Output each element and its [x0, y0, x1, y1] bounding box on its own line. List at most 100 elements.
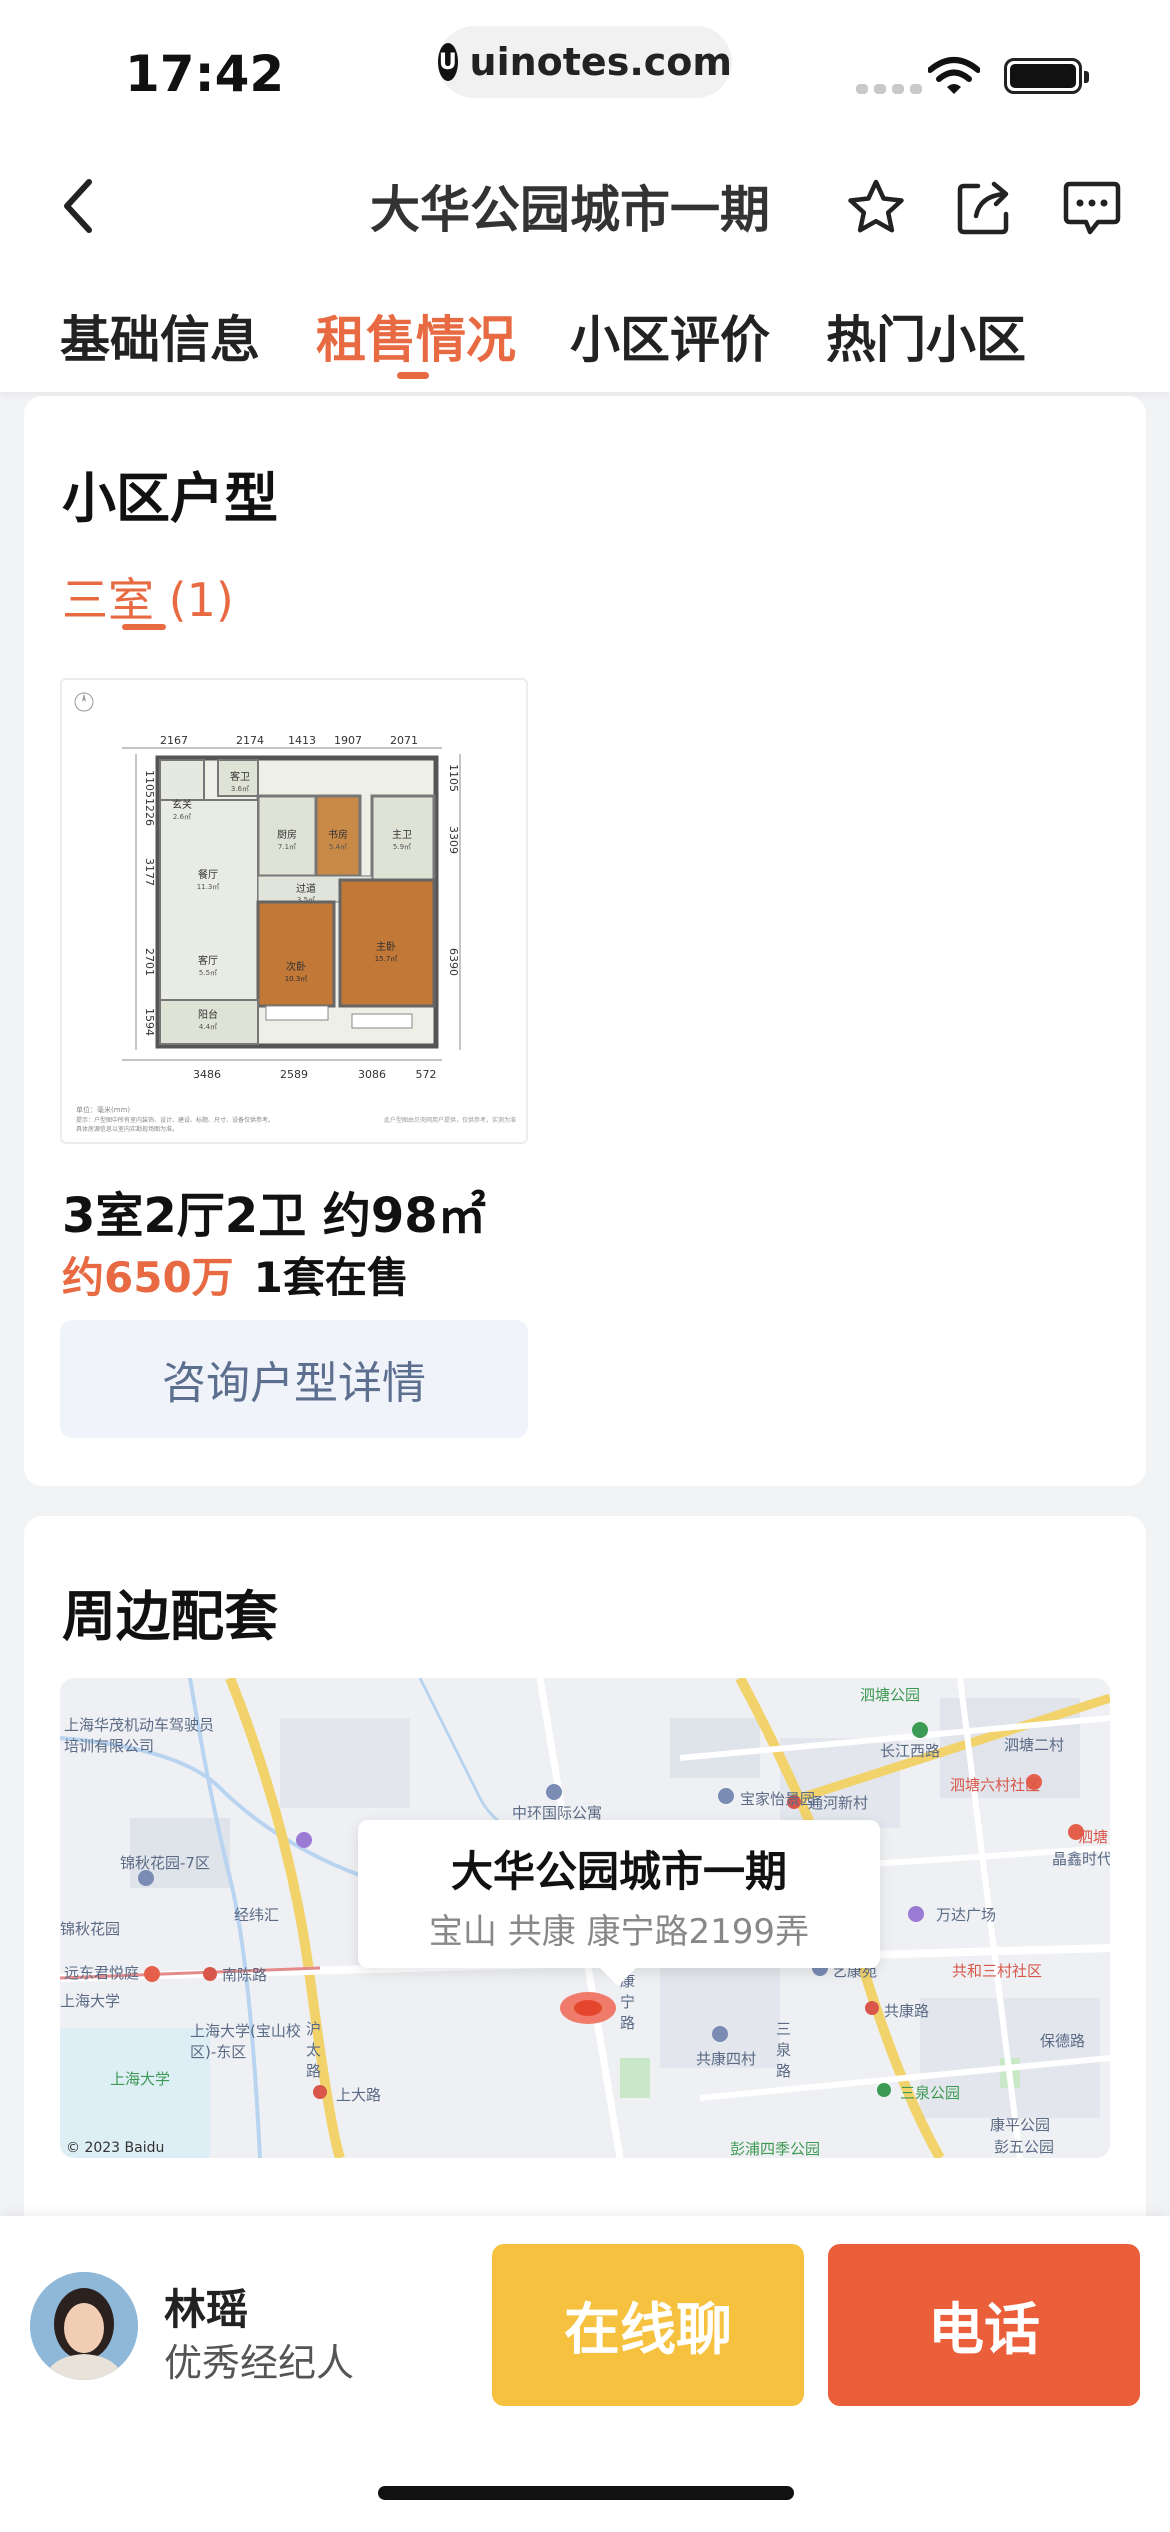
svg-text:5.4㎡: 5.4㎡	[329, 843, 347, 851]
status-bar: 17:42 U uinotes.com	[0, 0, 1170, 140]
svg-text:4.4㎡: 4.4㎡	[199, 1023, 217, 1031]
room-living: 客厅	[198, 954, 218, 967]
map-label-pengwu-park: 彭五公园	[994, 2138, 1055, 2156]
map-label-nanchen-road: 南陈路	[222, 1966, 268, 1984]
dim-right-1: 1105	[447, 764, 460, 792]
svg-text:2.6㎡: 2.6㎡	[173, 813, 191, 821]
dim-bottom-1: 3486	[193, 1068, 221, 1081]
room-dining: 餐厅	[198, 868, 218, 881]
room-hallway: 过道	[296, 882, 316, 895]
svg-text:3.6㎡: 3.6㎡	[231, 785, 249, 793]
map-label-shanghai-univ: 上海大学	[60, 1992, 121, 2010]
room-master-bath: 主卫	[392, 829, 412, 841]
url-text: uinotes.com	[469, 40, 732, 84]
section-tabs: 基础信息 租售情况 小区评价 热门小区	[0, 270, 1170, 392]
map-label-shangda-road: 上大路	[336, 2086, 382, 2104]
floorplan-image[interactable]: 2167 2174 1413 1907 2071 3486 2589 3086 …	[60, 678, 528, 1144]
call-button[interactable]: 电话	[828, 2244, 1140, 2406]
unit-description: 3室2厅2卫 约98㎡	[62, 1188, 486, 1244]
dim-right-3: 6390	[447, 948, 460, 976]
map-popup-title: 大华公园城市一期	[450, 1847, 787, 1896]
map-label-kangping-park: 康平公园	[990, 2116, 1051, 2134]
dim-top-4: 1907	[334, 734, 362, 747]
dim-left-5: 1594	[143, 1008, 156, 1036]
nearby-section-title: 周边配套	[62, 1585, 278, 1648]
map-label-jingweihui: 经纬汇	[234, 1906, 280, 1924]
star-icon[interactable]	[844, 176, 908, 240]
agent-role: 优秀经纪人	[164, 2341, 355, 2385]
map-label-sitang-park: 泗塘公园	[860, 1686, 921, 1704]
map-pin-icon	[560, 1992, 616, 2024]
floorplan-unit-note: 单位：毫米(mm)	[76, 1105, 130, 1114]
wifi-icon	[928, 57, 980, 94]
dim-left-1: 1105	[143, 770, 156, 798]
svg-text:10.3㎡: 10.3㎡	[285, 975, 308, 983]
dim-top-3: 1413	[288, 734, 316, 747]
dim-left-2: 1226	[143, 798, 156, 826]
svg-text:3.5㎡: 3.5㎡	[297, 896, 315, 904]
map-label-gonghe-3: 共和三村社区	[952, 1962, 1043, 1980]
map-label-jinqiu: 锦秋花园	[60, 1920, 121, 1938]
room-balcony: 阳台	[198, 1008, 218, 1021]
room-second-bedroom: 次卧	[286, 960, 306, 973]
battery-icon	[1004, 58, 1089, 94]
dim-bottom-4: 572	[416, 1068, 437, 1081]
back-icon[interactable]	[55, 176, 103, 236]
page-title: 大华公园城市一期	[370, 181, 770, 239]
dim-right-2: 3309	[447, 826, 460, 854]
dim-top-2: 2174	[236, 734, 264, 747]
nearby-map[interactable]: 上海华茂机动车驾驶员培训有限公司 泗塘公园 长江西路 泗塘二村 泗塘六村社区 中…	[60, 1678, 1110, 2158]
map-location-popup[interactable]: 大华公园城市一期 宝山 共康 康宁路2199弄	[358, 1820, 880, 1986]
cellular-signal-icon	[856, 84, 922, 94]
map-label-jinqiu-7: 锦秋花园-7区	[120, 1854, 210, 1872]
map-copyright: © 2023 Baidu	[66, 2140, 165, 2156]
share-icon[interactable]	[952, 176, 1016, 240]
map-label-pengpu-park: 彭浦四季公园	[730, 2140, 821, 2158]
map-label-shu-campus: 上海大学	[110, 2070, 171, 2088]
nav-bar: 大华公园城市一期	[0, 140, 1170, 270]
floorplan-watermark: 此户型图由贝壳网用户提供，仅供参考，实测为准	[384, 1116, 516, 1124]
url-pill[interactable]: U uinotes.com	[438, 26, 732, 98]
floorplan-disclaimer-2: 具体房源信息以室内实勘现场图为准。	[76, 1125, 178, 1133]
room-study: 书房	[328, 828, 348, 841]
dim-top-5: 2071	[390, 734, 418, 747]
map-label-baode-road: 保德路	[1040, 2032, 1086, 2050]
svg-text:11.3㎡: 11.3㎡	[197, 883, 220, 891]
room-type-tab[interactable]: 三室 (1)	[62, 564, 234, 630]
svg-text:5.5㎡: 5.5㎡	[199, 969, 217, 977]
dim-top-1: 2167	[160, 734, 188, 747]
svg-text:5.9㎡: 5.9㎡	[393, 843, 411, 851]
layout-card: 小区户型 三室 (1) 2167 2174 1413 1907 2071 348…	[24, 396, 1146, 1486]
dim-bottom-3: 3086	[358, 1068, 386, 1081]
online-chat-button[interactable]: 在线聊	[492, 2244, 804, 2406]
unit-price: 约650万	[62, 1253, 234, 1302]
svg-text:15.7㎡: 15.7㎡	[375, 955, 398, 963]
tab-hot-communities[interactable]: 热门小区	[826, 300, 1026, 372]
svg-text:7.1㎡: 7.1㎡	[278, 843, 296, 851]
dim-left-3: 3177	[143, 858, 156, 886]
room-entrance: 玄关	[172, 798, 192, 811]
map-popup-address: 宝山 共康 康宁路2199弄	[428, 1912, 810, 1952]
room-master-bedroom: 主卧	[376, 940, 396, 953]
nearby-card: 周边配套 上海华茂机动车驾驶员培训有限公司 泗塘公园 长江西路 泗塘二村 泗塘六…	[24, 1516, 1146, 2276]
layout-section-title: 小区户型	[62, 467, 278, 530]
map-label-shu-east: 上海大学(宝山校区)-东区	[190, 2022, 301, 2061]
message-icon[interactable]	[1060, 176, 1124, 240]
tab-reviews[interactable]: 小区评价	[570, 300, 770, 372]
map-label-sanquan-park: 三泉公园	[900, 2084, 961, 2102]
map-label-driving-school: 上海华茂机动车驾驶员培训有限公司	[64, 1716, 215, 1755]
tab-rent-sale[interactable]: 租售情况	[316, 300, 516, 372]
map-label-gongkang-4: 共康四村	[696, 2050, 757, 2068]
map-label-wanda: 万达广场	[936, 1906, 997, 1924]
consult-layout-button[interactable]: 咨询户型详情	[60, 1320, 528, 1438]
units-on-sale: 1套在售	[253, 1253, 409, 1302]
agent-avatar[interactable]	[30, 2272, 138, 2380]
dim-bottom-2: 2589	[280, 1068, 308, 1081]
map-label-sitang: 泗塘	[1078, 1828, 1109, 1846]
bottom-action-bar: 林瑶 优秀经纪人 在线聊 电话	[0, 2216, 1170, 2532]
tab-basic-info[interactable]: 基础信息	[60, 300, 260, 372]
floorplan-disclaimer: 提示：户型图中所有室内装饰、设计、建设、标题、尺寸、设备仅供参考。	[76, 1116, 274, 1124]
map-label-jingxin: 晶鑫时代	[1052, 1850, 1110, 1868]
map-label-changjiang-road: 长江西路	[880, 1742, 941, 1760]
home-indicator	[378, 2486, 794, 2500]
